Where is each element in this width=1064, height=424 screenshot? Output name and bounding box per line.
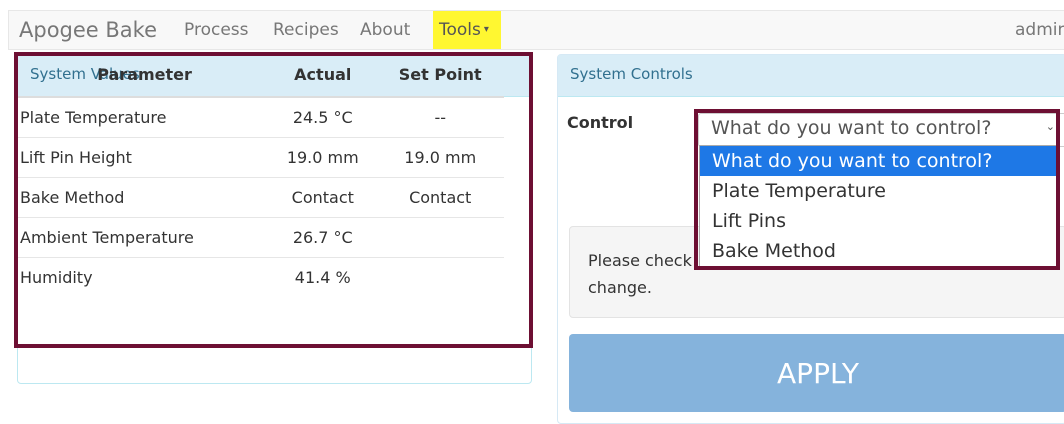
set-point-cell: -- xyxy=(376,96,504,138)
system-controls-title: System Controls xyxy=(570,65,693,83)
table-row: Ambient Temperature 26.7 °C xyxy=(16,217,504,258)
nav-tools-dropdown[interactable]: Tools ▾ xyxy=(433,11,501,49)
column-header-actual: Actual xyxy=(269,52,377,98)
set-point-cell xyxy=(376,257,504,297)
actual-cell: 41.4 % xyxy=(269,257,377,297)
parameter-cell: Lift Pin Height xyxy=(16,137,270,178)
nav-tools-label: Tools xyxy=(439,20,481,40)
column-header-parameter: Parameter xyxy=(16,52,270,98)
table-row: Lift Pin Height 19.0 mm 19.0 mm xyxy=(16,137,504,178)
set-point-cell: 19.0 mm xyxy=(376,137,504,178)
navbar: Apogee Bake Process Recipes About Tools ▾… xyxy=(8,10,1064,50)
control-label: Control xyxy=(567,113,634,132)
info-message-line1: Please check xyxy=(588,251,692,270)
dropdown-option-lift-pins[interactable]: Lift Pins xyxy=(700,206,1056,236)
apply-button[interactable]: APPLY xyxy=(569,334,1064,412)
actual-cell: 19.0 mm xyxy=(269,137,377,178)
actual-cell: 26.7 °C xyxy=(269,217,377,258)
nav-recipes[interactable]: Recipes xyxy=(273,11,339,49)
parameter-cell: Bake Method xyxy=(16,177,270,218)
nav-user[interactable]: admin xyxy=(1015,11,1064,49)
brand-link[interactable]: Apogee Bake xyxy=(19,18,157,42)
nav-about[interactable]: About xyxy=(360,11,410,49)
system-values-table: Parameter Actual Set Point Plate Tempera… xyxy=(16,52,504,297)
control-select[interactable]: What do you want to control? ⌄ xyxy=(698,113,1064,147)
caret-down-icon: ▾ xyxy=(483,24,489,35)
dropdown-option-prompt[interactable]: What do you want to control? xyxy=(700,146,1056,176)
parameter-cell: Plate Temperature xyxy=(16,96,270,138)
table-row: Bake Method Contact Contact xyxy=(16,177,504,218)
dropdown-option-bake-method[interactable]: Bake Method xyxy=(700,236,1056,266)
system-controls-heading: System Controls xyxy=(558,55,1064,97)
actual-cell: 24.5 °C xyxy=(269,96,377,138)
dropdown-option-plate-temperature[interactable]: Plate Temperature xyxy=(700,176,1056,206)
chevron-down-icon: ⌄ xyxy=(1045,120,1055,133)
parameter-cell: Humidity xyxy=(16,257,270,297)
actual-cell: Contact xyxy=(269,177,377,218)
column-header-set-point: Set Point xyxy=(376,52,504,98)
parameter-cell: Ambient Temperature xyxy=(16,217,270,258)
set-point-cell: Contact xyxy=(376,177,504,218)
set-point-cell xyxy=(376,217,504,258)
control-dropdown-list: What do you want to control? Plate Tempe… xyxy=(699,145,1057,267)
nav-process[interactable]: Process xyxy=(184,11,249,49)
info-message-line2: change. xyxy=(588,278,652,297)
table-header-row: Parameter Actual Set Point xyxy=(16,52,504,98)
control-select-value: What do you want to control? xyxy=(711,117,992,139)
table-row: Humidity 41.4 % xyxy=(16,257,504,297)
table-row: Plate Temperature 24.5 °C -- xyxy=(16,96,504,138)
